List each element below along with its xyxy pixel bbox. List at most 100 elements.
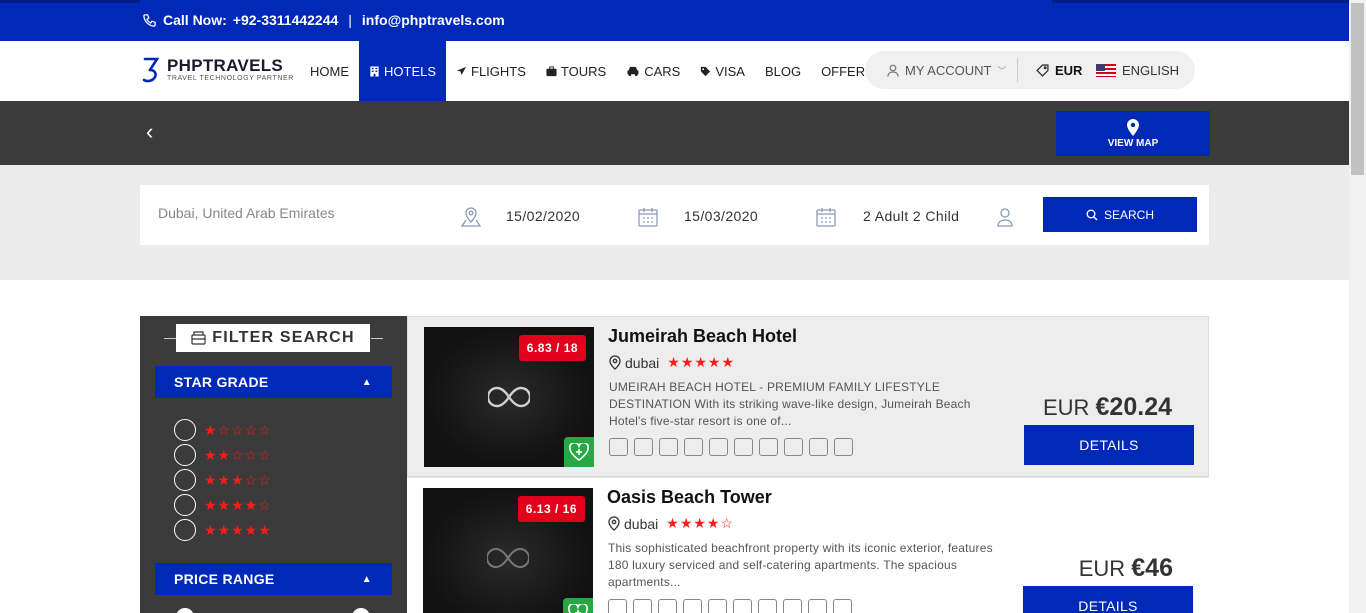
building-icon bbox=[683, 599, 702, 613]
walking-icon bbox=[809, 438, 828, 456]
nav-blog[interactable]: BLOG bbox=[755, 41, 811, 101]
top-accent-left bbox=[0, 0, 140, 3]
filter-title-rule-left bbox=[164, 338, 176, 339]
search-button[interactable]: SEARCH bbox=[1043, 197, 1197, 232]
checkout-date-input[interactable]: 15/03/2020 bbox=[684, 208, 758, 224]
price-slider-max-handle[interactable] bbox=[352, 608, 370, 613]
hotel-name[interactable]: Jumeirah Beach Hotel bbox=[608, 326, 797, 347]
tag-icon bbox=[701, 66, 711, 76]
checkin-date-input[interactable]: 15/02/2020 bbox=[506, 208, 580, 224]
wishlist-button[interactable] bbox=[563, 598, 593, 613]
star-filter-2[interactable]: ★★☆☆☆ bbox=[174, 444, 272, 466]
search-button-label: SEARCH bbox=[1103, 207, 1154, 222]
guests-input[interactable]: 2 Adult 2 Child bbox=[863, 208, 959, 224]
page-scrollbar[interactable] bbox=[1349, 0, 1366, 613]
star-rating-3: ★★★☆☆ bbox=[204, 471, 272, 488]
star-rating-5: ★★★★★ bbox=[204, 521, 272, 538]
bus-icon bbox=[784, 438, 803, 456]
radio-button[interactable] bbox=[174, 419, 196, 441]
hotel-description: This sophisticated beachfront property w… bbox=[608, 541, 993, 589]
bar-icon bbox=[783, 599, 802, 613]
plane-icon bbox=[608, 599, 627, 613]
star-filter-4[interactable]: ★★★★☆ bbox=[174, 494, 272, 516]
hotel-card: 6.83 / 18 Jumeirah Beach Hotel dubai ★★★… bbox=[407, 316, 1209, 477]
heart-plus-icon bbox=[568, 604, 588, 613]
filter-search-title: FILTER SEARCH bbox=[176, 324, 370, 352]
radio-button[interactable] bbox=[174, 519, 196, 541]
nav-cars-label: CARS bbox=[644, 63, 681, 79]
email-link[interactable]: info@phptravels.com bbox=[362, 12, 505, 28]
main-nav: HOME HOTELS FLIGHTS TOURS CARS VISA BLOG… bbox=[300, 41, 884, 101]
nav-cars[interactable]: CARS bbox=[616, 41, 690, 101]
hotel-thumbnail[interactable]: 6.13 / 16 bbox=[423, 488, 593, 613]
details-button[interactable]: DETAILS bbox=[1023, 586, 1193, 613]
language-selector[interactable]: ENGLISH bbox=[1096, 63, 1179, 78]
hotel-description: UMEIRAH BEACH HOTEL - PREMIUM FAMILY LIF… bbox=[609, 380, 971, 428]
hotel-name[interactable]: Oasis Beach Tower bbox=[607, 487, 772, 508]
nav-flights-label: FLIGHTS bbox=[471, 63, 526, 79]
star-grade-label: STAR GRADE bbox=[174, 374, 269, 390]
safe-icon bbox=[708, 599, 727, 613]
contact-separator: | bbox=[348, 12, 352, 28]
suitcase-icon bbox=[546, 65, 557, 76]
back-arrow-icon[interactable]: ‹ bbox=[146, 121, 153, 143]
main-header: PHPTRAVELS TRAVEL TECHNOLOGY PARTNER HOM… bbox=[0, 41, 1349, 101]
nav-hotels[interactable]: HOTELS bbox=[359, 41, 447, 101]
call-now-label: Call Now: bbox=[163, 12, 227, 28]
scrollbar-thumb[interactable] bbox=[1351, 3, 1364, 175]
star-filter-1[interactable]: ★☆☆☆☆ bbox=[174, 419, 272, 441]
nav-visa[interactable]: VISA bbox=[690, 41, 755, 101]
hotel-icon bbox=[370, 65, 379, 77]
location-input[interactable]: Dubai, United Arab Emirates bbox=[158, 205, 335, 221]
hotel-location-label: dubai bbox=[624, 515, 659, 532]
caret-up-icon: ▲ bbox=[361, 573, 372, 585]
star-filter-3[interactable]: ★★★☆☆ bbox=[174, 469, 272, 491]
hotel-thumbnail[interactable]: 6.83 / 18 bbox=[424, 327, 594, 467]
radio-button[interactable] bbox=[174, 444, 196, 466]
search-icon bbox=[1086, 209, 1098, 220]
wifi-icon bbox=[734, 438, 753, 456]
concierge-icon bbox=[633, 599, 652, 613]
view-map-label: VIEW MAP bbox=[1107, 137, 1159, 149]
price-amount: €46 bbox=[1131, 554, 1173, 582]
brand-tagline: TRAVEL TECHNOLOGY PARTNER bbox=[167, 74, 294, 82]
wifi-icon bbox=[758, 599, 777, 613]
walking-icon bbox=[833, 599, 852, 613]
currency-selector[interactable]: EUR bbox=[1018, 63, 1096, 78]
nav-home-label: HOME bbox=[310, 63, 349, 79]
checkout-calendar-icon bbox=[816, 208, 836, 227]
wishlist-button[interactable] bbox=[564, 437, 594, 467]
nav-tours[interactable]: TOURS bbox=[536, 41, 616, 101]
room-service-icon bbox=[733, 599, 752, 613]
hotel-stars: ★★★★☆ bbox=[666, 515, 735, 531]
location-pin-icon bbox=[608, 516, 620, 531]
guest-user-icon bbox=[997, 208, 1013, 227]
phone-icon bbox=[143, 13, 156, 27]
wheelchair-icon bbox=[634, 438, 653, 456]
brand-logo[interactable]: PHPTRAVELS TRAVEL TECHNOLOGY PARTNER bbox=[139, 55, 294, 85]
view-map-button[interactable]: VIEW MAP bbox=[1056, 111, 1210, 156]
radio-button[interactable] bbox=[174, 494, 196, 516]
concierge-icon bbox=[609, 438, 628, 456]
radio-button[interactable] bbox=[174, 469, 196, 491]
hotel-location: dubai ★★★★★ bbox=[609, 354, 735, 371]
details-button[interactable]: DETAILS bbox=[1024, 425, 1194, 465]
my-account-dropdown[interactable]: MY ACCOUNT ﹀ bbox=[865, 63, 1017, 78]
currency-label: EUR bbox=[1055, 62, 1083, 78]
star-grade-toggle[interactable]: STAR GRADE ▲ bbox=[155, 366, 392, 398]
wheelchair-icon bbox=[658, 599, 677, 613]
map-pin-icon bbox=[1127, 118, 1139, 136]
amenities-icons bbox=[608, 599, 852, 613]
nav-home[interactable]: HOME bbox=[300, 41, 359, 101]
nav-flights[interactable]: FLIGHTS bbox=[446, 41, 536, 101]
search-section: Dubai, United Arab Emirates 15/02/2020 1… bbox=[0, 165, 1349, 280]
star-filter-5[interactable]: ★★★★★ bbox=[174, 519, 272, 541]
star-rating-4: ★★★★☆ bbox=[204, 496, 272, 513]
phone-number[interactable]: +92-3311442244 bbox=[233, 12, 339, 28]
filter-sidebar: FILTER SEARCH STAR GRADE ▲ ★☆☆☆☆ ★★☆☆☆ ★… bbox=[140, 316, 407, 613]
hotel-location-label: dubai bbox=[625, 354, 660, 371]
price-range-toggle[interactable]: PRICE RANGE ▲ bbox=[155, 563, 392, 595]
language-label: ENGLISH bbox=[1122, 62, 1180, 78]
filter-box-icon bbox=[191, 331, 206, 345]
price-slider-min-handle[interactable] bbox=[176, 608, 194, 613]
